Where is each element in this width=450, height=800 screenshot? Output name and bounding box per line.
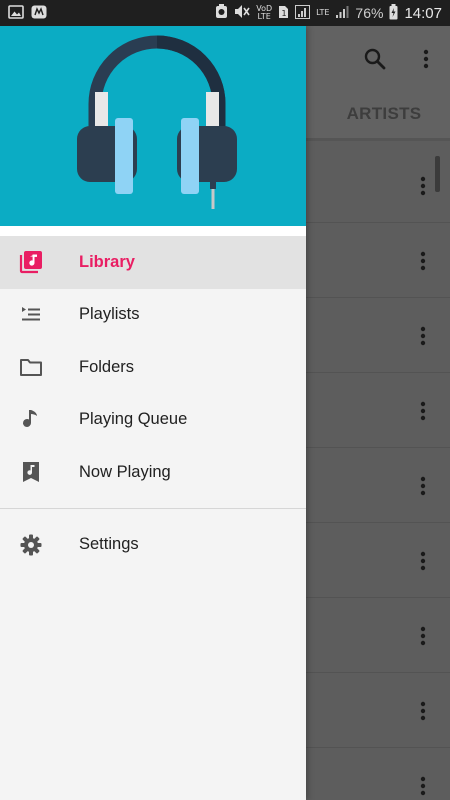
nav-label-now-playing: Now Playing (79, 462, 171, 481)
app-notification-icon (31, 5, 47, 22)
nav-item-playlists[interactable]: Playlists (0, 289, 306, 342)
mute-icon (234, 4, 250, 22)
music-note-icon (19, 408, 43, 432)
artist-list (306, 148, 450, 800)
navigation-drawer: Library Playlists Folders Playing Queue … (0, 26, 306, 800)
item-overflow-icon[interactable] (420, 476, 426, 496)
nav-label-library: Library (79, 252, 135, 271)
nav-item-now-playing[interactable]: Now Playing (0, 446, 306, 499)
nav-item-playing-queue[interactable]: Playing Queue (0, 394, 306, 447)
gallery-notification-icon (8, 4, 24, 22)
list-item[interactable] (306, 148, 450, 223)
list-item[interactable] (306, 373, 450, 448)
drawer-header (0, 26, 306, 226)
battery-percent: 76% (355, 5, 384, 21)
nav-item-folders[interactable]: Folders (0, 341, 306, 394)
item-overflow-icon[interactable] (420, 401, 426, 421)
header-spacer (0, 226, 306, 236)
nav-item-settings[interactable]: Settings (0, 519, 306, 572)
item-overflow-icon[interactable] (420, 251, 426, 271)
scrollbar[interactable] (435, 156, 440, 192)
list-item[interactable] (306, 523, 450, 598)
item-overflow-icon[interactable] (420, 701, 426, 721)
list-item[interactable] (306, 673, 450, 748)
library-music-icon (19, 250, 43, 274)
volte-indicator: VoD LTE (256, 4, 273, 21)
battery-icon (389, 3, 398, 23)
signal-icon-1 (295, 4, 311, 22)
nav-label-playlists: Playlists (79, 305, 140, 324)
status-bar: VoD LTE 1 LTE 76% 14:07 (0, 0, 450, 26)
list-item[interactable] (306, 223, 450, 298)
overflow-menu-icon[interactable] (418, 46, 434, 72)
nav-item-library[interactable]: Library (0, 236, 306, 289)
clock: 14:07 (404, 4, 442, 22)
item-overflow-icon[interactable] (420, 551, 426, 571)
nav-label-playing-queue: Playing Queue (79, 410, 188, 429)
nav-label-settings: Settings (79, 535, 139, 554)
tab-indicator (306, 138, 450, 141)
nav-label-folders: Folders (79, 357, 135, 376)
drawer-divider (0, 507, 306, 509)
now-playing-icon (19, 460, 43, 484)
gear-icon (19, 533, 43, 557)
list-item[interactable] (306, 298, 450, 373)
svg-text:1: 1 (282, 9, 287, 18)
list-item[interactable] (306, 448, 450, 523)
item-overflow-icon[interactable] (420, 176, 426, 196)
item-overflow-icon[interactable] (420, 326, 426, 346)
search-icon[interactable] (362, 46, 388, 72)
playlist-icon (19, 303, 43, 327)
signal-icon-2 (335, 5, 349, 22)
sim-icon: 1 (278, 5, 289, 22)
folder-icon (19, 355, 43, 379)
list-item[interactable] (306, 748, 450, 800)
lte-indicator: LTE (316, 8, 330, 17)
list-item[interactable] (306, 598, 450, 673)
alarm-icon (215, 4, 228, 22)
item-overflow-icon[interactable] (420, 776, 426, 796)
headphones-icon (77, 35, 237, 209)
tab-artists[interactable]: ARTISTS (306, 104, 450, 124)
item-overflow-icon[interactable] (420, 626, 426, 646)
